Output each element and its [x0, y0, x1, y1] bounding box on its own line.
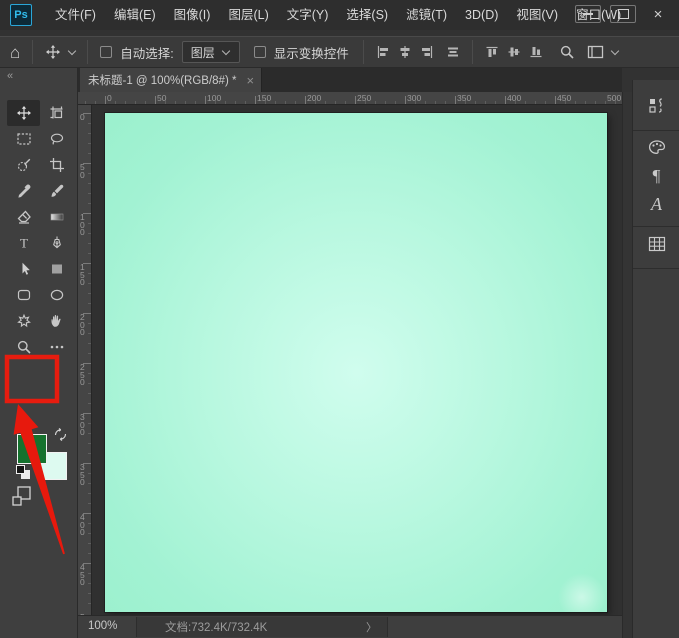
horizontal-ruler[interactable]: 0 50 100 150 200 250 300 350 400 450 500 — [78, 92, 622, 105]
menu-view[interactable]: 视图(V) — [507, 0, 567, 30]
ellipse-tool[interactable] — [40, 282, 73, 308]
auto-select-target-dropdown[interactable]: 图层 — [181, 41, 240, 63]
crop-tool[interactable] — [40, 152, 73, 178]
vertical-ruler[interactable]: 0 5 0 1 0 0 1 5 0 2 0 0 2 5 0 3 0 0 3 5 … — [78, 105, 92, 615]
menu-filter[interactable]: 滤镜(T) — [397, 0, 456, 30]
align-vertical-centers-icon[interactable] — [507, 45, 521, 59]
photoshop-logo-icon: Ps — [10, 4, 32, 26]
document-tab[interactable]: 未标题-1 @ 100%(RGB/8#) * × — [80, 68, 262, 92]
menu-bar: 文件(F) 编辑(E) 图像(I) 图层(L) 文字(Y) 选择(S) 滤镜(T… — [46, 0, 630, 30]
path-selection-tool[interactable] — [7, 256, 40, 282]
chevron-down-icon — [221, 46, 231, 55]
separator — [471, 40, 473, 64]
document-size-text: 文档:732.4K/732.4K — [165, 622, 268, 634]
foreground-color-swatch[interactable] — [17, 434, 47, 464]
rectangular-marquee-tool[interactable] — [7, 126, 40, 152]
libraries-panel-icon[interactable] — [633, 96, 679, 116]
brush-tool[interactable] — [40, 178, 73, 204]
artboard-tool[interactable] — [40, 100, 73, 126]
tab-close-icon[interactable]: × — [246, 73, 254, 88]
default-colors-icon[interactable] — [16, 465, 31, 480]
align-left-edges-icon[interactable] — [376, 45, 390, 59]
quick-mask-mode-icon[interactable] — [11, 485, 33, 512]
document-info-field[interactable]: 文档:732.4K/732.4K 〉 — [136, 617, 388, 637]
character-styles-panel-icon[interactable]: A — [633, 194, 679, 215]
custom-shape-tool[interactable] — [7, 308, 40, 334]
swatches-panel-icon[interactable] — [633, 138, 679, 158]
maximize-button[interactable] — [610, 5, 636, 23]
close-button[interactable]: × — [645, 5, 671, 23]
menu-type[interactable]: 文字(Y) — [278, 0, 338, 30]
separator — [87, 40, 89, 64]
auto-select-checkbox[interactable] — [100, 46, 113, 58]
auto-select-label: 自动选择: — [120, 46, 174, 61]
align-right-edges-icon[interactable] — [420, 45, 434, 59]
dropdown-value: 图层 — [190, 45, 215, 60]
hand-tool[interactable] — [40, 308, 73, 334]
move-tool[interactable] — [7, 100, 40, 126]
minimize-button[interactable] — [575, 5, 601, 23]
panel-gap — [622, 92, 632, 638]
chevron-down-icon[interactable] — [610, 46, 620, 55]
pen-tool[interactable] — [40, 230, 73, 256]
type-tool[interactable]: T — [7, 230, 40, 256]
quick-selection-tool[interactable] — [7, 152, 40, 178]
document-tab-bar: 未标题-1 @ 100%(RGB/8#) * × — [78, 68, 622, 92]
window-controls: × — [575, 5, 671, 23]
color-swatch-widget — [0, 353, 78, 506]
menu-edit[interactable]: 编辑(E) — [105, 0, 165, 30]
status-chevron-icon[interactable]: 〉 — [366, 619, 377, 635]
show-transform-label: 显示变换控件 — [273, 46, 349, 61]
show-transform-checkbox[interactable] — [253, 46, 266, 58]
menu-select[interactable]: 选择(S) — [337, 0, 397, 30]
eyedropper-tool[interactable] — [7, 178, 40, 204]
move-tool-icon[interactable] — [45, 44, 61, 60]
right-panel-rail: ¶ A — [632, 80, 679, 638]
tool-grid: T — [7, 100, 73, 360]
rectangle-tool[interactable] — [40, 256, 73, 282]
separator — [362, 40, 364, 64]
paragraph-panel-icon[interactable]: ¶ — [633, 166, 679, 186]
menu-3d[interactable]: 3D(D) — [456, 0, 507, 30]
options-bar: ⌂ 自动选择: 图层 显示变换控件 — [0, 36, 679, 68]
home-icon[interactable]: ⌂ — [10, 44, 20, 61]
menu-layer[interactable]: 图层(L) — [219, 0, 277, 30]
gradient-tool[interactable] — [40, 204, 73, 230]
menu-file[interactable]: 文件(F) — [46, 0, 105, 30]
status-bar: 100% 文档:732.4K/732.4K 〉 — [78, 615, 622, 638]
lasso-tool[interactable] — [40, 126, 73, 152]
zoom-level[interactable]: 100% — [88, 620, 117, 632]
grid-panel-icon[interactable] — [633, 234, 679, 254]
swap-colors-icon[interactable] — [53, 427, 68, 445]
search-icon[interactable] — [559, 44, 575, 60]
rounded-rectangle-tool[interactable] — [7, 282, 40, 308]
svg-text:T: T — [20, 236, 28, 251]
separator — [32, 40, 34, 64]
document-title: 未标题-1 @ 100%(RGB/8#) * — [88, 75, 237, 87]
align-horizontal-centers-icon[interactable] — [398, 45, 412, 59]
title-bar: Ps 文件(F) 编辑(E) 图像(I) 图层(L) 文字(Y) 选择(S) 滤… — [0, 0, 679, 30]
distribute-icon[interactable] — [446, 45, 460, 59]
workspace-switcher-icon[interactable] — [587, 45, 604, 59]
pasteboard — [92, 105, 622, 615]
collapse-panel-icon[interactable]: « — [7, 70, 13, 82]
photoshop-window: Ps 文件(F) 编辑(E) 图像(I) 图层(L) 文字(Y) 选择(S) 滤… — [0, 0, 679, 638]
eraser-tool[interactable] — [7, 204, 40, 230]
tool-palette: « T — [0, 68, 78, 638]
align-bottom-edges-icon[interactable] — [529, 45, 543, 59]
menu-image[interactable]: 图像(I) — [165, 0, 220, 30]
chevron-down-icon[interactable] — [68, 46, 77, 55]
document-canvas[interactable] — [105, 113, 607, 612]
align-top-edges-icon[interactable] — [485, 45, 499, 59]
